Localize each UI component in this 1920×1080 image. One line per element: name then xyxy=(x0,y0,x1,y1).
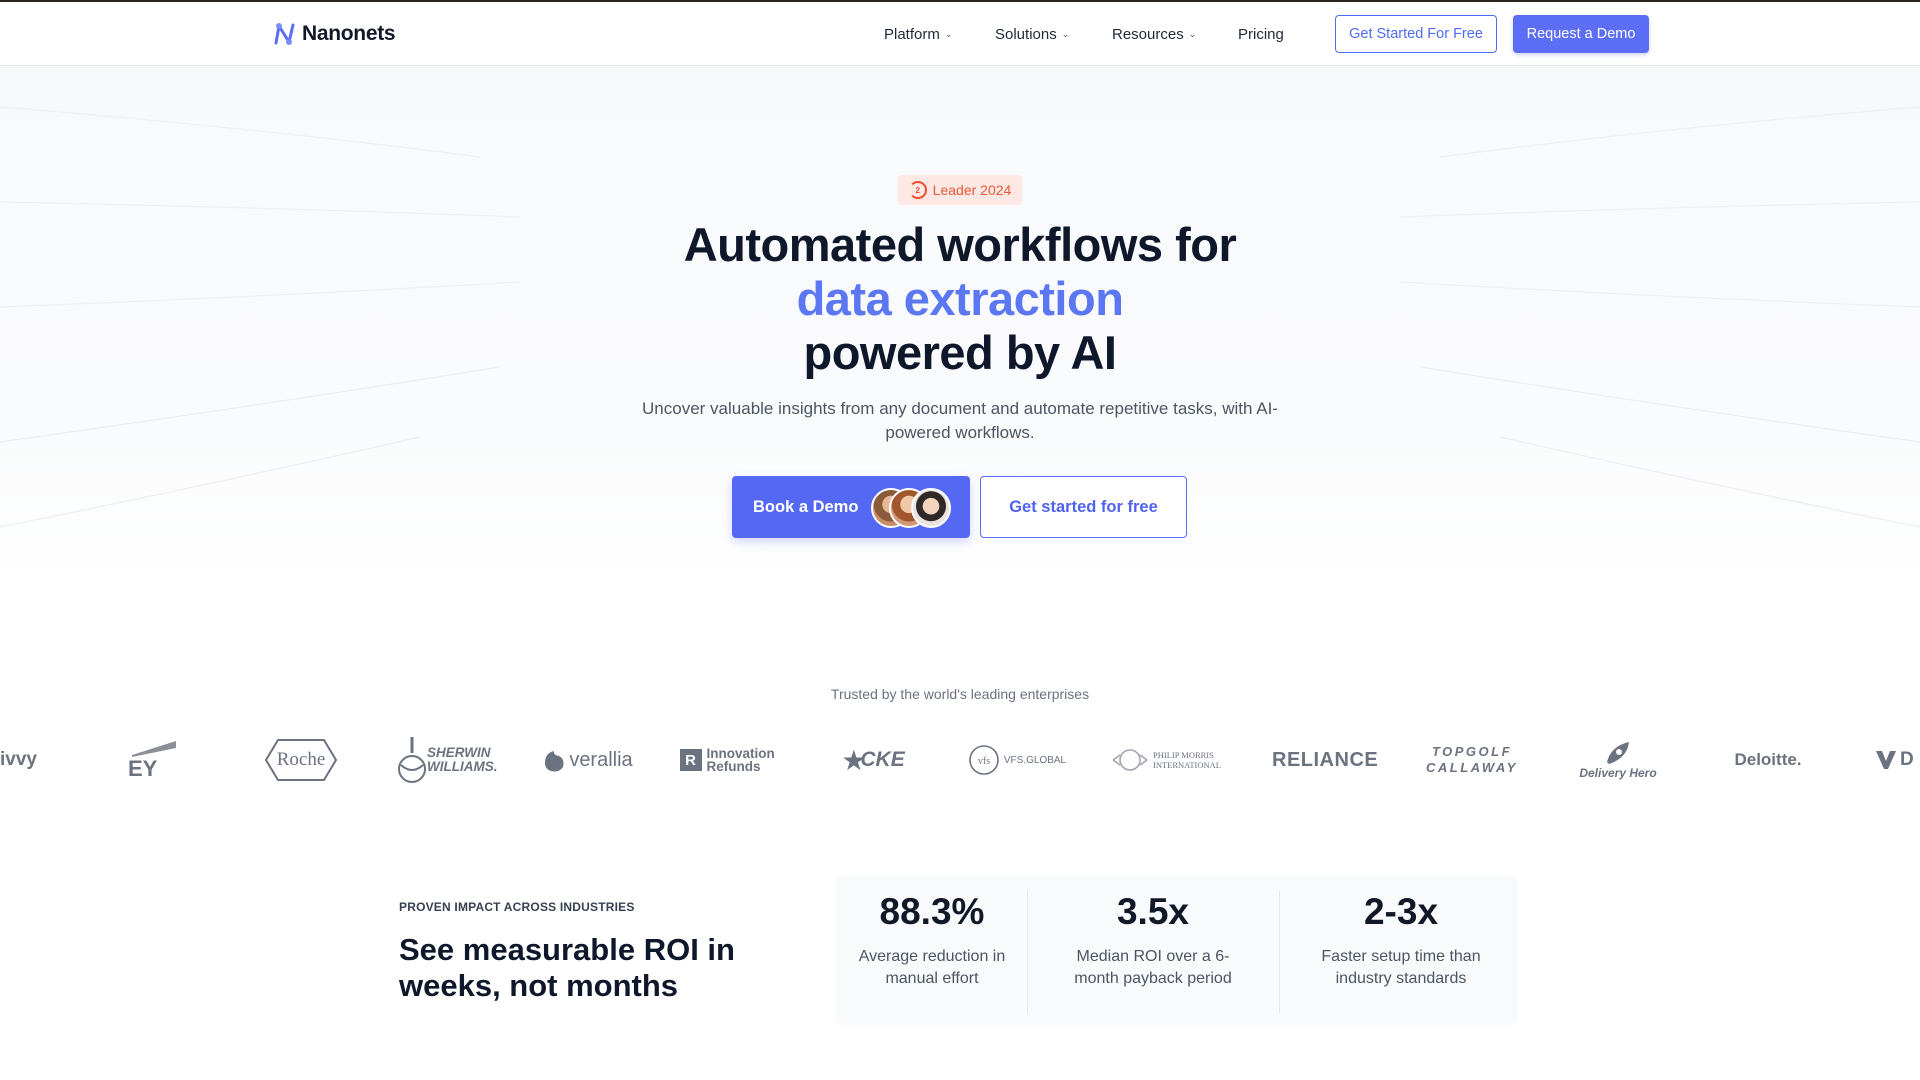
impact-eyebrow: PROVEN IMPACT ACROSS INDUSTRIES xyxy=(399,900,635,914)
get-started-free-hero-button[interactable]: Get started for free xyxy=(980,476,1187,538)
g2-leader-badge: 2 Leader 2024 xyxy=(898,175,1022,205)
logo-sherwin-text: SHERWIN WILLIAMS. xyxy=(427,745,498,774)
logo-vfs-text: VFS.GLOBAL xyxy=(1003,754,1067,766)
hero-title-accent: data extraction xyxy=(796,272,1124,325)
badge-label: Leader 2024 xyxy=(932,182,1012,198)
logo-cke-text: CKE xyxy=(860,748,905,771)
logo-philip-morris: PHILIP MORRIS INTERNATIONAL xyxy=(1108,734,1228,786)
logo-cke: ★ CKE xyxy=(836,734,910,786)
partial-logo-icon xyxy=(1876,751,1896,769)
trusted-heading: Trusted by the world's leading enterpris… xyxy=(830,686,1090,702)
logo-verallia: verallia xyxy=(530,734,642,786)
book-demo-label: Book a Demo xyxy=(753,497,859,516)
chevron-down-icon: ⌄ xyxy=(944,29,953,39)
logo-ey: EY xyxy=(124,734,184,786)
logo-sherwin-williams: SHERWIN WILLIAMS. xyxy=(394,734,504,786)
stat-value: 3.5x xyxy=(1116,891,1189,932)
stat-setup-time: 2-3x Faster setup time than industry sta… xyxy=(1290,890,1512,1014)
delivery-hero-icon xyxy=(1607,742,1629,764)
impact-title: See measurable ROI in weeks, not months xyxy=(399,932,735,1003)
nav-platform[interactable]: Platform ⌄ xyxy=(884,2,952,66)
stat-label: Average reduction in manual effort xyxy=(858,948,1006,987)
logo-partial-text: D xyxy=(1900,749,1914,770)
nanonets-logo-icon xyxy=(274,23,295,45)
request-demo-button[interactable]: Request a Demo xyxy=(1513,15,1649,53)
book-demo-button[interactable]: Book a Demo xyxy=(732,476,970,538)
nav-resources-label: Resources xyxy=(1112,25,1184,43)
stat-median-roi: 3.5x Median ROI over a 6-month payback p… xyxy=(1040,890,1266,1014)
logo-partial: D xyxy=(1874,734,1920,786)
stat-label: Faster setup time than industry standard… xyxy=(1321,948,1481,987)
hero-title-line3: powered by AI xyxy=(803,326,1117,379)
logo-verallia-text: verallia xyxy=(569,748,633,771)
nav-pricing-label: Pricing xyxy=(1238,25,1284,43)
stat-value: 88.3% xyxy=(879,891,985,932)
nav-solutions-label: Solutions xyxy=(995,25,1057,43)
brand-logo[interactable]: Nanonets xyxy=(270,20,396,48)
logo-ey-text: EY xyxy=(128,756,158,781)
logo-pmi-text: PHILIP MORRIS INTERNATIONAL xyxy=(1153,750,1221,770)
verallia-drop-icon xyxy=(545,751,564,772)
logo-innovation-refunds: R Innovation Refunds xyxy=(678,734,778,786)
g2-icon: 2 xyxy=(908,181,927,199)
nav-pricing[interactable]: Pricing xyxy=(1238,2,1284,66)
logo-roche-text: Roche xyxy=(276,749,326,770)
get-started-free-button[interactable]: Get Started For Free xyxy=(1335,15,1497,53)
logo-vfs-global: vfs VFS.GLOBAL xyxy=(966,734,1068,786)
logo-roche: Roche xyxy=(264,734,338,786)
chevron-down-icon: ⌄ xyxy=(1061,29,1070,39)
logo-ivvy: ivvy xyxy=(0,749,37,770)
top-nav: Nanonets Platform ⌄ Solutions ⌄ Resource… xyxy=(0,2,1920,66)
logo-reliance: RELIANCE xyxy=(1272,734,1378,786)
nav-solutions[interactable]: Solutions ⌄ xyxy=(995,2,1069,66)
stat-divider xyxy=(1027,890,1028,1014)
avatar xyxy=(911,488,951,528)
logo-delivery-hero: Delivery Hero xyxy=(1572,734,1664,786)
chevron-down-icon: ⌄ xyxy=(1188,29,1197,39)
stat-manual-effort: 88.3% Average reduction in manual effort xyxy=(836,890,1028,1014)
stat-divider xyxy=(1279,890,1280,1014)
stat-label: Median ROI over a 6-month payback period xyxy=(1074,948,1232,987)
svg-text:vfs: vfs xyxy=(978,756,990,767)
vfs-circle-icon: vfs xyxy=(969,745,999,775)
logo-deloitte: Deloitte. xyxy=(1734,750,1802,769)
logo-delivery-hero-text: Delivery Hero xyxy=(1579,766,1657,780)
innovation-refunds-icon: R xyxy=(679,749,702,771)
stat-value: 2-3x xyxy=(1363,891,1439,932)
team-avatars xyxy=(871,488,953,528)
brand-name: Nanonets xyxy=(302,22,396,45)
nav-platform-label: Platform xyxy=(884,25,940,43)
logo-topgolf-text: TOPGOLF CALLAWAY xyxy=(1426,744,1518,775)
logo-topgolf-callaway: TOPGOLF CALLAWAY xyxy=(1422,734,1522,786)
logo-reliance-text: RELIANCE xyxy=(1272,748,1379,771)
nav-resources[interactable]: Resources ⌄ xyxy=(1112,2,1196,66)
hero-title-line1: Automated workflows for xyxy=(683,218,1237,271)
pmi-crest-icon xyxy=(1112,749,1148,771)
logo-innovation-text: Innovation Refunds xyxy=(706,746,775,774)
sherwin-globe-icon xyxy=(398,737,426,783)
hero-subtitle: Uncover valuable insights from any docum… xyxy=(642,399,1278,442)
